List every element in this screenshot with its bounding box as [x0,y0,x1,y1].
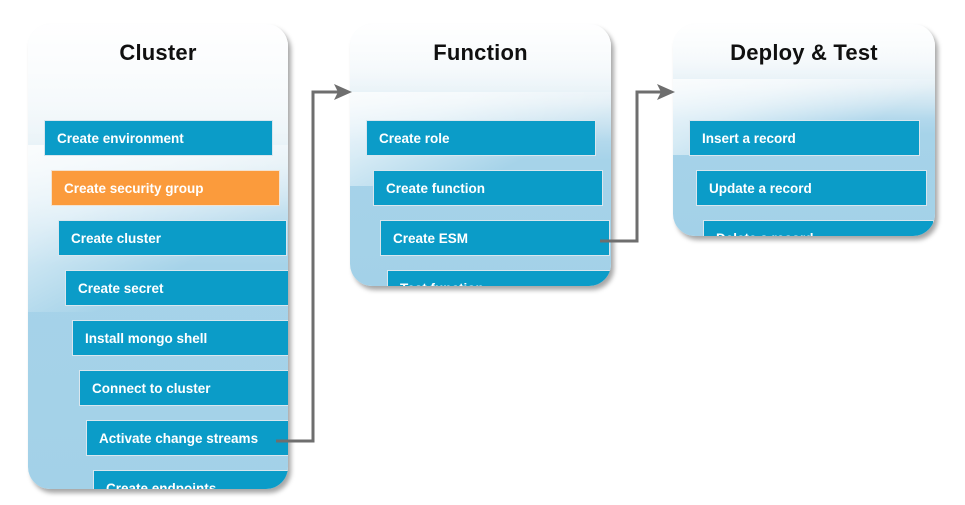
step-create-secret[interactable]: Create secret [65,270,288,306]
phase-title-function: Function [433,40,528,65]
phase-title-deploy-test: Deploy & Test [730,40,878,65]
step-insert-a-record[interactable]: Insert a record [689,120,920,156]
phase-card-cluster: Cluster Create environment Create securi… [28,24,288,489]
diagram-canvas: Cluster Create environment Create securi… [0,0,965,505]
step-update-a-record[interactable]: Update a record [696,170,927,206]
step-create-environment[interactable]: Create environment [44,120,273,156]
step-activate-change-streams[interactable]: Activate change streams [86,420,288,456]
phase-card-function: Function Create role Create function Cre… [350,24,611,286]
step-create-esm[interactable]: Create ESM [380,220,610,256]
phase-title-cluster: Cluster [119,40,197,65]
step-connect-to-cluster[interactable]: Connect to cluster [79,370,288,406]
phase-card-deploy-test: Deploy & Test Insert a record Update a r… [673,24,935,236]
step-create-security-group[interactable]: Create security group [51,170,280,206]
step-create-role[interactable]: Create role [366,120,596,156]
step-create-cluster[interactable]: Create cluster [58,220,287,256]
step-create-endpoints[interactable]: Create endpoints [93,470,288,489]
step-test-function[interactable]: Test function [387,270,611,286]
step-create-function[interactable]: Create function [373,170,603,206]
step-delete-a-record[interactable]: Delete a record [703,220,934,236]
step-install-mongo-shell[interactable]: Install mongo shell [72,320,288,356]
